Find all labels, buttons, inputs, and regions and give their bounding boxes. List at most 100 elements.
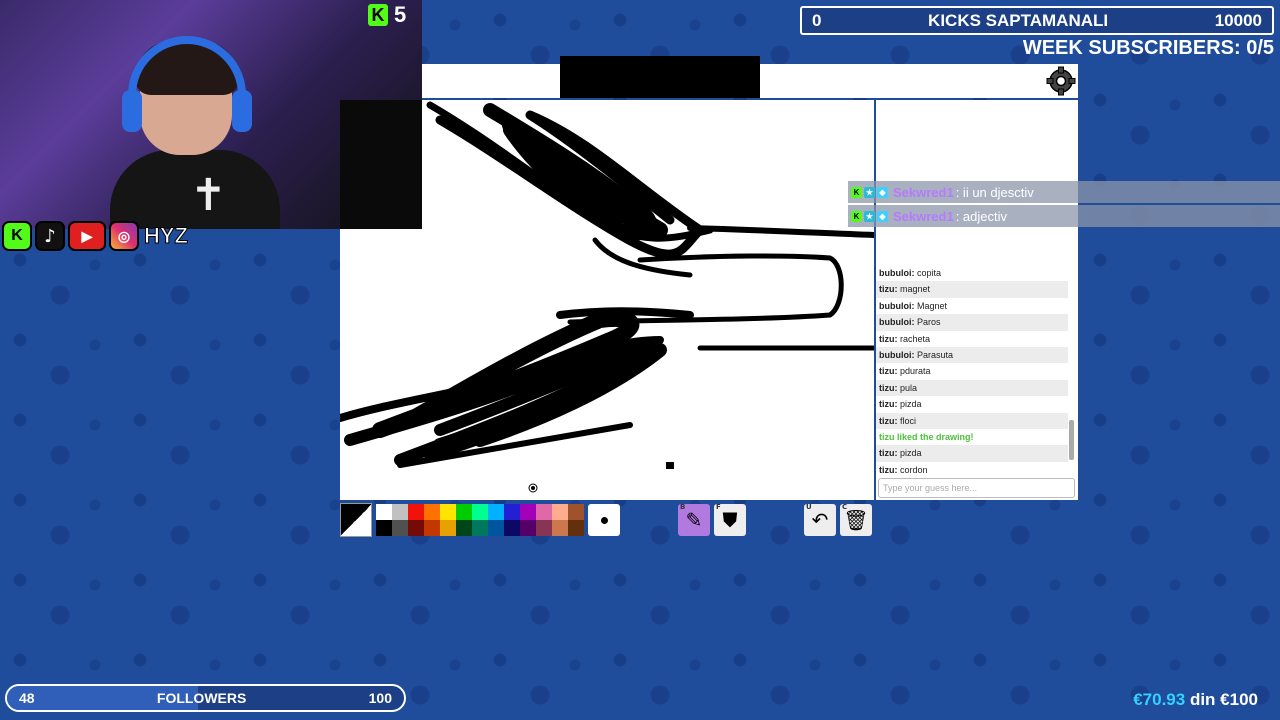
goal-title: KICKS SAPTAMANALI bbox=[928, 10, 1109, 30]
pencil-icon: ✎ bbox=[685, 508, 703, 532]
chat-username: tizu: bbox=[879, 366, 898, 377]
chat-text: racheta bbox=[900, 333, 931, 344]
word-hint-redacted bbox=[560, 56, 760, 98]
tiktok-icon: ♪ bbox=[35, 221, 65, 251]
color-swatch[interactable] bbox=[392, 504, 408, 520]
color-swatch[interactable] bbox=[520, 504, 536, 520]
kick-count: 5 bbox=[394, 2, 407, 27]
color-swatch[interactable] bbox=[424, 520, 440, 536]
color-swatch[interactable] bbox=[440, 504, 456, 520]
chat-username: bubuloi: bbox=[879, 349, 915, 360]
guess-input[interactable] bbox=[878, 478, 1075, 498]
kicks-goal-bar: 0 KICKS SAPTAMANALI 10000 bbox=[800, 6, 1274, 35]
overlay-chat-message: K ★ ◆ Sekwred1 : adjectiv bbox=[848, 205, 1280, 227]
kick-count-badge: K 5 bbox=[368, 2, 406, 28]
clear-hotkey: C bbox=[842, 503, 848, 511]
donation-goal: €70.93 din €100 bbox=[1133, 690, 1258, 710]
color-swatch[interactable] bbox=[376, 504, 392, 520]
brush-dot-icon bbox=[600, 516, 608, 524]
donation-middle: din bbox=[1189, 690, 1216, 709]
color-swatch[interactable] bbox=[520, 520, 536, 536]
chat-message: tizu liked the drawing! bbox=[876, 429, 1068, 445]
kick-badge-icon: K bbox=[851, 186, 862, 198]
color-swatch[interactable] bbox=[536, 504, 552, 520]
gear-icon[interactable] bbox=[1046, 66, 1076, 96]
color-palette bbox=[376, 504, 584, 536]
week-subscribers: WEEK SUBSCRIBERS: 0/5 bbox=[1022, 37, 1274, 59]
kick-icon: K bbox=[2, 221, 32, 251]
goal-target: 10000 bbox=[1214, 10, 1262, 30]
chat-text: pizda bbox=[900, 399, 922, 410]
youtube-icon: ▶ bbox=[68, 221, 106, 251]
chat-text: pizda bbox=[900, 448, 922, 459]
followers-label: FOLLOWERS bbox=[156, 690, 247, 706]
undo-button[interactable]: U ↶ bbox=[804, 503, 836, 536]
color-swatch[interactable] bbox=[440, 520, 456, 536]
chat-message: bubuloi: Magnet bbox=[876, 298, 1068, 314]
color-swatch[interactable] bbox=[472, 520, 488, 536]
fill-tool-button[interactable]: F ⛊ bbox=[714, 503, 746, 536]
instagram-icon: ◎ bbox=[109, 221, 139, 251]
game-header bbox=[422, 56, 1078, 98]
subscriber-badge-icon: ★ bbox=[864, 186, 875, 198]
fill-hotkey: F bbox=[716, 503, 721, 511]
color-swatch[interactable] bbox=[408, 504, 424, 520]
color-swatch[interactable] bbox=[392, 520, 408, 536]
chat-message: tizu: floci bbox=[876, 412, 1068, 429]
chat-username: tizu: bbox=[879, 415, 898, 426]
chat-text: Magnet bbox=[917, 300, 948, 311]
chat-username: tizu: bbox=[879, 464, 898, 475]
color-swap-button[interactable] bbox=[340, 503, 372, 537]
color-swatch[interactable] bbox=[504, 504, 520, 520]
donation-target: €100 bbox=[1220, 690, 1258, 709]
brush-size-button[interactable] bbox=[588, 504, 620, 536]
pen-tool-button[interactable]: B ✎ bbox=[678, 503, 710, 536]
subscriber-badge-icon: ★ bbox=[864, 210, 875, 222]
color-swatch[interactable] bbox=[376, 520, 392, 536]
webcam-overlap bbox=[340, 100, 422, 229]
chat-text: pula bbox=[900, 382, 918, 393]
chat-scrollbar[interactable] bbox=[1069, 268, 1074, 474]
chat-username: tizu: bbox=[879, 382, 898, 393]
color-swatch[interactable] bbox=[408, 520, 424, 536]
chat-username: tizu: bbox=[879, 399, 898, 410]
color-swatch[interactable] bbox=[424, 504, 440, 520]
chat-username: bubuloi: bbox=[879, 268, 915, 278]
social-handle: HYZ bbox=[144, 223, 189, 249]
color-swatch[interactable] bbox=[552, 504, 568, 520]
color-swatch[interactable] bbox=[504, 520, 520, 536]
chat-message: tizu: racheta bbox=[876, 331, 1068, 347]
chat-message: tizu: cordon bbox=[876, 462, 1068, 477]
chat-username: tizu: bbox=[879, 333, 898, 344]
color-swatch[interactable] bbox=[536, 520, 552, 536]
trash-icon: 🗑 bbox=[843, 508, 869, 532]
chat-username: bubuloi: bbox=[879, 300, 915, 311]
chat-text: Parasuta bbox=[917, 349, 954, 360]
bucket-icon: ⛊ bbox=[722, 508, 738, 532]
followers-target: 100 bbox=[368, 690, 392, 706]
color-swatch[interactable] bbox=[472, 504, 488, 520]
color-swatch[interactable] bbox=[456, 504, 472, 520]
chat-text: copita bbox=[917, 268, 942, 278]
kick-badge-icon: K bbox=[851, 210, 862, 222]
color-swatch[interactable] bbox=[488, 520, 504, 536]
overlay-message: : ii un djesctiv bbox=[955, 184, 1034, 200]
undo-icon: ↶ bbox=[811, 508, 829, 532]
color-swatch[interactable] bbox=[568, 520, 584, 536]
system-message: tizu liked the drawing! bbox=[879, 431, 974, 442]
overlay-chat-message: K ★ ◆ Sekwred1 : ii un djesctiv bbox=[848, 181, 1280, 203]
chat-username: bubuloi: bbox=[879, 317, 915, 328]
chat-text: magnet bbox=[900, 284, 931, 295]
color-swatch[interactable] bbox=[568, 504, 584, 520]
kick-icon: K bbox=[368, 4, 388, 26]
chat-username: tizu: bbox=[879, 284, 898, 295]
overlay-username: Sekwred1 bbox=[893, 184, 954, 200]
streamer: ✝ bbox=[110, 30, 280, 229]
chat-message: tizu: pdurata bbox=[876, 363, 1068, 379]
clear-button[interactable]: C 🗑 bbox=[840, 503, 872, 536]
chat-message: bubuloi: Paros bbox=[876, 314, 1068, 331]
color-swatch[interactable] bbox=[552, 520, 568, 536]
gifter-badge-icon: ◆ bbox=[877, 186, 888, 198]
color-swatch[interactable] bbox=[488, 504, 504, 520]
color-swatch[interactable] bbox=[456, 520, 472, 536]
